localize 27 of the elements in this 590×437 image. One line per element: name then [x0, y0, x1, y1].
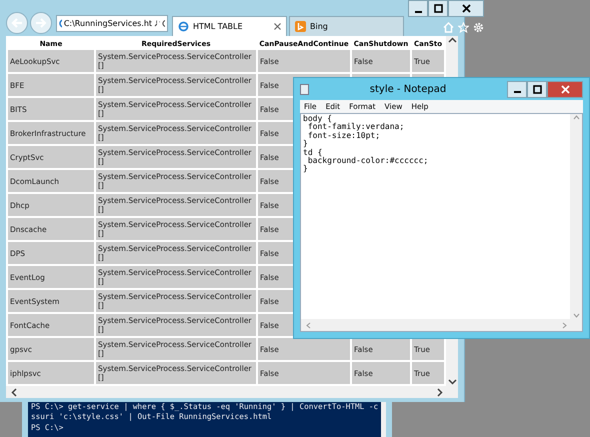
maximize-icon	[434, 4, 442, 13]
settings-icon[interactable]	[473, 22, 484, 33]
star-icon[interactable]	[458, 22, 469, 33]
maximize-icon	[532, 84, 542, 94]
scroll-left-icon[interactable]	[10, 388, 19, 396]
close-icon	[462, 4, 470, 13]
close-icon	[560, 84, 570, 94]
address-field[interactable]: C:\RunningServices.ht	[56, 14, 168, 32]
forward-arrow-icon	[35, 17, 47, 29]
maximize-button[interactable]	[428, 0, 448, 17]
back-arrow-icon	[10, 16, 24, 30]
close-icon[interactable]	[274, 23, 281, 30]
minimize-icon	[414, 10, 422, 12]
notepad-icon	[300, 84, 309, 94]
scroll-right-icon[interactable]	[435, 388, 444, 396]
browser-tab[interactable]: HTML TABLE	[172, 16, 287, 36]
letter-b-icon	[295, 21, 306, 32]
browser-tab[interactable]: Bing	[289, 16, 404, 36]
scroll-up-icon[interactable]	[448, 36, 456, 45]
minimize-button[interactable]	[408, 0, 428, 17]
close-button[interactable]	[448, 0, 484, 17]
maximize-button[interactable]	[527, 80, 547, 98]
letter-e-icon	[178, 21, 189, 32]
minimize-icon	[514, 91, 520, 93]
window-title: style - Notepad	[368, 84, 448, 94]
minimize-button[interactable]	[507, 80, 527, 98]
scroll-down-icon[interactable]	[448, 377, 456, 386]
